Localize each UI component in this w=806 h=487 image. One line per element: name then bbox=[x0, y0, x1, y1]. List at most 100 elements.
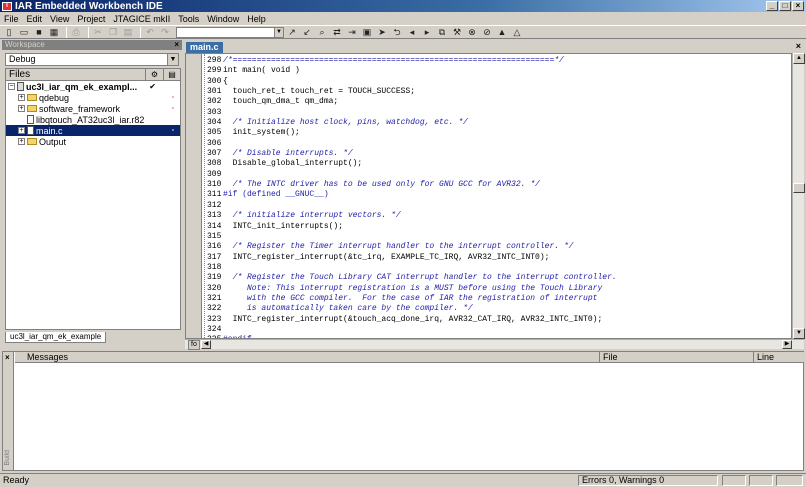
maximize-button[interactable]: □ bbox=[779, 1, 791, 11]
scroll-thumb[interactable] bbox=[793, 183, 805, 193]
tree-item-software-framework[interactable]: + software_framework ▫ bbox=[6, 103, 180, 114]
copy-icon[interactable]: ❐ bbox=[107, 27, 119, 38]
code-line[interactable]: 303 bbox=[207, 108, 617, 118]
editor-horizontal-scrollbar[interactable]: fo ◀ ▶ bbox=[185, 339, 804, 350]
code-line[interactable]: 312 bbox=[207, 201, 617, 211]
find-prev-icon[interactable]: ↙ bbox=[301, 27, 313, 38]
menu-project[interactable]: Project bbox=[73, 14, 109, 24]
code-line[interactable]: 302 touch_qm_dma_t qm_dma; bbox=[207, 97, 617, 107]
function-navigator-button[interactable]: fo bbox=[188, 340, 200, 350]
next-bookmark-icon[interactable]: ➤ bbox=[376, 27, 388, 38]
tree-item-libqtouch[interactable]: libqtouch_AT32uc3l_iar.r82 bbox=[6, 114, 180, 125]
download-debug-icon[interactable]: ▲ bbox=[496, 27, 508, 38]
code-line[interactable]: 306 bbox=[207, 139, 617, 149]
code-line[interactable]: 315 bbox=[207, 232, 617, 242]
code-line[interactable]: 301 touch_ret_t touch_ret = TOUCH_SUCCES… bbox=[207, 87, 617, 97]
menu-window[interactable]: Window bbox=[203, 14, 243, 24]
scroll-up-icon[interactable]: ▲ bbox=[793, 53, 805, 64]
tree-item-qdebug[interactable]: + qdebug ▫ bbox=[6, 92, 180, 103]
menu-edit[interactable]: Edit bbox=[23, 14, 47, 24]
file-column-header[interactable]: File bbox=[600, 352, 754, 362]
build-tab-label[interactable]: Build bbox=[4, 450, 11, 466]
code-line[interactable]: 316 /* Register the Timer interrupt hand… bbox=[207, 242, 617, 252]
code-line[interactable]: 299 int main( void ) bbox=[207, 66, 617, 76]
options-column-icon[interactable]: ⚙ bbox=[146, 69, 164, 80]
configuration-select[interactable]: Debug ▼ bbox=[5, 53, 179, 66]
tab-main-c[interactable]: main.c bbox=[186, 42, 223, 53]
code-line[interactable]: 311 #if (defined __GNUC__) bbox=[207, 190, 617, 200]
toggle-breakpoint-icon[interactable]: ⊘ bbox=[481, 27, 493, 38]
code-line[interactable]: 318 bbox=[207, 263, 617, 273]
code-line[interactable]: 321 with the GCC compiler. For the case … bbox=[207, 294, 617, 304]
find-combo[interactable]: ▼ bbox=[176, 26, 284, 38]
code-line[interactable]: 317 INTC_register_interrupt(&tc_irq, EXA… bbox=[207, 253, 617, 263]
editor-gutter[interactable] bbox=[186, 54, 202, 338]
code-line[interactable]: 324 bbox=[207, 325, 617, 335]
menu-view[interactable]: View bbox=[46, 14, 73, 24]
files-column-header[interactable]: Files bbox=[6, 69, 146, 80]
goto-icon[interactable]: ⇥ bbox=[346, 27, 358, 38]
status-column-icon[interactable]: ▤ bbox=[164, 69, 180, 80]
print-icon[interactable]: ⎙ bbox=[70, 27, 82, 38]
new-file-icon[interactable]: ▯ bbox=[3, 27, 15, 38]
find-next-icon[interactable]: ↗ bbox=[286, 27, 298, 38]
code-line[interactable]: 310 /* The INTC driver has to be used on… bbox=[207, 180, 617, 190]
code-line[interactable]: 305 init_system(); bbox=[207, 128, 617, 138]
undo-icon[interactable]: ↶ bbox=[144, 27, 156, 38]
debug-without-download-icon[interactable]: △ bbox=[511, 27, 523, 38]
find-icon[interactable]: ⌕ bbox=[316, 27, 328, 38]
cut-icon[interactable]: ✂ bbox=[92, 27, 104, 38]
paste-icon[interactable]: ▤ bbox=[122, 27, 134, 38]
scroll-left-icon[interactable]: ◀ bbox=[201, 340, 211, 349]
navigate-back-icon[interactable]: ◂ bbox=[406, 27, 418, 38]
code-line[interactable]: 304 /* Initialize host clock, pins, watc… bbox=[207, 118, 617, 128]
save-all-icon[interactable]: ▦ bbox=[48, 27, 60, 38]
code-line[interactable]: 298/*===================================… bbox=[207, 56, 617, 66]
expand-icon[interactable]: + bbox=[18, 105, 25, 112]
editor-vertical-scrollbar[interactable]: ▲ ▼ bbox=[792, 53, 805, 339]
prev-bookmark-icon[interactable]: ⮌ bbox=[391, 27, 403, 38]
menu-tools[interactable]: Tools bbox=[174, 14, 203, 24]
expand-icon[interactable]: + bbox=[18, 94, 25, 101]
tree-item-project[interactable]: − uc3l_iar_qm_ek_exampl... ✔ bbox=[6, 81, 180, 92]
redo-icon[interactable]: ↷ bbox=[159, 27, 171, 38]
code-line[interactable]: 322 is automatically taken care by the c… bbox=[207, 304, 617, 314]
tree-item-main-c[interactable]: + main.c ▫ bbox=[6, 125, 180, 136]
navigate-forward-icon[interactable]: ▸ bbox=[421, 27, 433, 38]
code-line[interactable]: 309 bbox=[207, 170, 617, 180]
code-editor[interactable]: 298/*===================================… bbox=[185, 53, 792, 339]
messages-column-header[interactable]: Messages bbox=[15, 352, 600, 362]
save-icon[interactable]: ■ bbox=[33, 27, 45, 38]
menu-file[interactable]: File bbox=[0, 14, 23, 24]
close-icon[interactable]: × bbox=[5, 353, 10, 362]
minimize-button[interactable]: _ bbox=[766, 1, 778, 11]
chevron-down-icon[interactable]: ▼ bbox=[274, 27, 283, 37]
make-icon[interactable]: ⚒ bbox=[451, 27, 463, 38]
menu-help[interactable]: Help bbox=[243, 14, 270, 24]
open-folder-icon[interactable]: ▭ bbox=[18, 27, 30, 38]
menu-jtagice[interactable]: JTAGICE mkII bbox=[109, 14, 174, 24]
code-line[interactable]: 320 Note: This interrupt registration is… bbox=[207, 284, 617, 294]
code-line[interactable]: 308 Disable_global_interrupt(); bbox=[207, 159, 617, 169]
scroll-down-icon[interactable]: ▼ bbox=[793, 328, 805, 339]
code-line[interactable]: 307 /* Disable interrupts. */ bbox=[207, 149, 617, 159]
code-line[interactable]: 319 /* Register the Touch Library CAT in… bbox=[207, 273, 617, 283]
stop-build-icon[interactable]: ⊗ bbox=[466, 27, 478, 38]
code-line[interactable]: 300{ bbox=[207, 77, 617, 87]
code-line[interactable]: 313 /* initialize interrupt vectors. */ bbox=[207, 211, 617, 221]
chevron-down-icon[interactable]: ▼ bbox=[167, 54, 178, 65]
tree-item-output[interactable]: + Output bbox=[6, 136, 180, 147]
collapse-icon[interactable]: − bbox=[8, 83, 15, 90]
workspace-tab[interactable]: uc3l_iar_qm_ek_example bbox=[5, 332, 107, 343]
code-line[interactable]: 323 INTC_register_interrupt(&touch_acq_d… bbox=[207, 315, 617, 325]
compile-icon[interactable]: ⧉ bbox=[436, 27, 448, 38]
close-window-button[interactable]: × bbox=[792, 1, 804, 11]
expand-icon[interactable]: + bbox=[18, 138, 25, 145]
close-icon[interactable]: × bbox=[174, 40, 179, 50]
code-line[interactable]: 314 INTC_init_interrupts(); bbox=[207, 222, 617, 232]
expand-icon[interactable]: + bbox=[18, 127, 25, 134]
bookmark-icon[interactable]: ▣ bbox=[361, 27, 373, 38]
replace-icon[interactable]: ⇄ bbox=[331, 27, 343, 38]
line-column-header[interactable]: Line bbox=[754, 352, 804, 362]
close-icon[interactable]: × bbox=[796, 41, 801, 51]
